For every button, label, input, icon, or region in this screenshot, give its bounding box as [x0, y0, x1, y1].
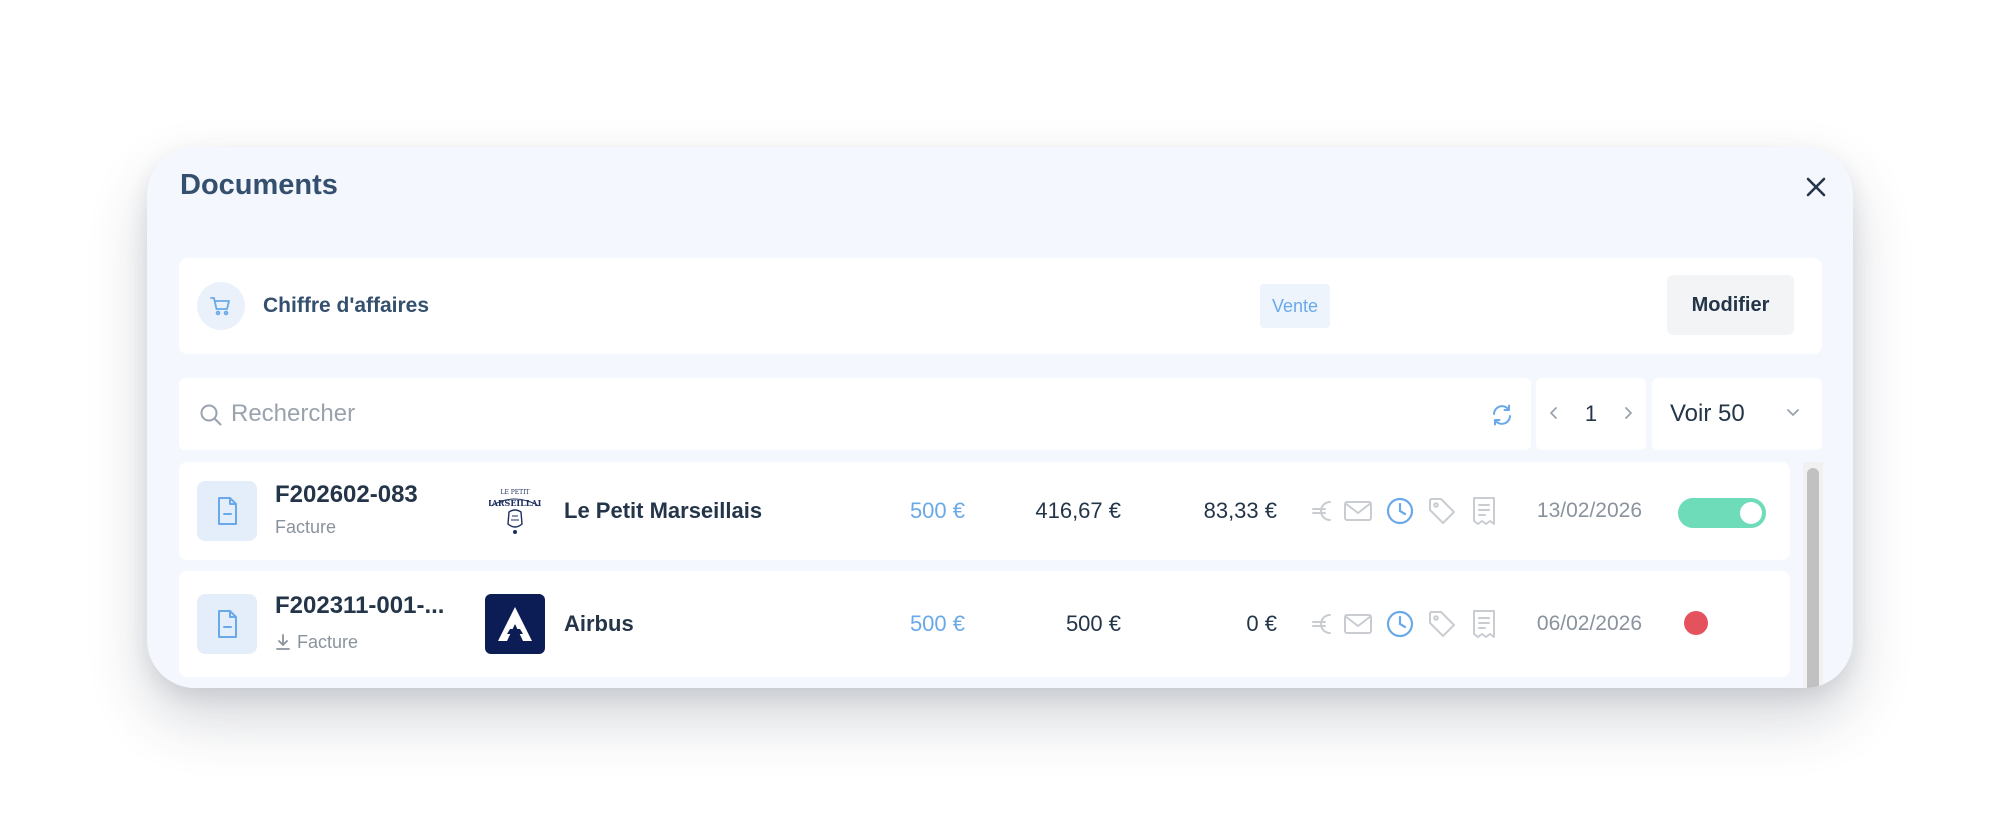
search-icon — [200, 404, 222, 426]
amount-ht: 416,67 € — [1035, 498, 1121, 523]
current-page: 1 — [1584, 401, 1598, 426]
tag-icon[interactable] — [1426, 608, 1458, 640]
logo-text-top: LE PETIT — [500, 489, 529, 496]
modal-title: Documents — [180, 169, 338, 201]
category-type-badge: Vente — [1260, 284, 1331, 328]
document-type: Facture — [275, 516, 336, 538]
euro-icon[interactable] — [1307, 608, 1339, 640]
scrollbar-thumb[interactable] — [1807, 468, 1819, 688]
document-type: Facture — [275, 631, 358, 653]
client-name: Airbus — [564, 611, 634, 636]
amount-ttc: 500 € — [909, 611, 965, 636]
category-bar: Chiffre d'affaires Vente Modifier — [179, 258, 1822, 354]
cart-icon — [197, 282, 245, 330]
amount-ht: 500 € — [1065, 611, 1121, 636]
per-page-select[interactable]: Voir 50 — [1652, 378, 1822, 450]
airbus-logo — [498, 607, 532, 641]
amount-ttc: 500 € — [909, 498, 965, 523]
client-logo — [485, 594, 545, 654]
logo-text-main: MARSEILLAIS — [489, 498, 541, 508]
download-icon — [276, 634, 290, 650]
clock-icon[interactable] — [1384, 608, 1416, 640]
edit-button[interactable]: Modifier — [1667, 275, 1794, 335]
mail-icon[interactable] — [1342, 495, 1374, 527]
document-file-icon — [197, 594, 257, 654]
toggle-knob — [1740, 502, 1762, 524]
client-name: Le Petit Marseillais — [564, 498, 763, 523]
euro-icon[interactable] — [1307, 495, 1339, 527]
category-label: Chiffre d'affaires — [263, 294, 430, 317]
document-number: F202311-001-... — [275, 592, 445, 619]
scrollbar[interactable] — [1803, 462, 1823, 688]
receipt-icon[interactable] — [1468, 495, 1500, 527]
mail-icon[interactable] — [1342, 608, 1374, 640]
document-type-label: Facture — [297, 632, 359, 652]
client-logo: LE PETIT MARSEILLAIS — [485, 481, 545, 541]
status-toggle[interactable] — [1678, 498, 1766, 528]
status-error-dot — [1684, 611, 1708, 635]
document-row[interactable]: F202602-083 Facture LE PETIT MARSEILLAIS… — [179, 462, 1790, 560]
amount-tva: 0 € — [1246, 611, 1277, 636]
search-box — [179, 378, 1531, 450]
document-row[interactable]: F202311-001-... Facture Airbus 500 € 500… — [179, 571, 1790, 677]
le-petit-marseillais-logo: LE PETIT MARSEILLAIS — [489, 489, 541, 534]
document-type-label: Facture — [275, 517, 337, 537]
close-icon — [1806, 177, 1826, 197]
amount-tva: 83,33 € — [1203, 498, 1277, 523]
document-number: F202602-083 — [275, 481, 418, 508]
document-date: 13/02/2026 — [1536, 499, 1642, 522]
receipt-icon[interactable] — [1468, 608, 1500, 640]
refresh-icon[interactable] — [1490, 403, 1514, 427]
document-list: F202602-083 Facture LE PETIT MARSEILLAIS… — [179, 462, 1823, 688]
chevron-left-icon[interactable] — [1546, 404, 1562, 422]
chevron-right-icon[interactable] — [1620, 404, 1636, 422]
documents-modal: Documents Chiffre d'affaires Vente Modif… — [147, 147, 1853, 688]
document-file-icon — [197, 481, 257, 541]
document-date: 06/02/2026 — [1536, 612, 1642, 635]
pagination: 1 — [1536, 378, 1646, 450]
per-page-label: Voir 50 — [1670, 400, 1745, 427]
tag-icon[interactable] — [1426, 495, 1458, 527]
close-button[interactable] — [1798, 169, 1834, 205]
search-input[interactable] — [231, 396, 1431, 432]
clock-icon[interactable] — [1384, 495, 1416, 527]
chevron-down-icon — [1787, 409, 1799, 416]
